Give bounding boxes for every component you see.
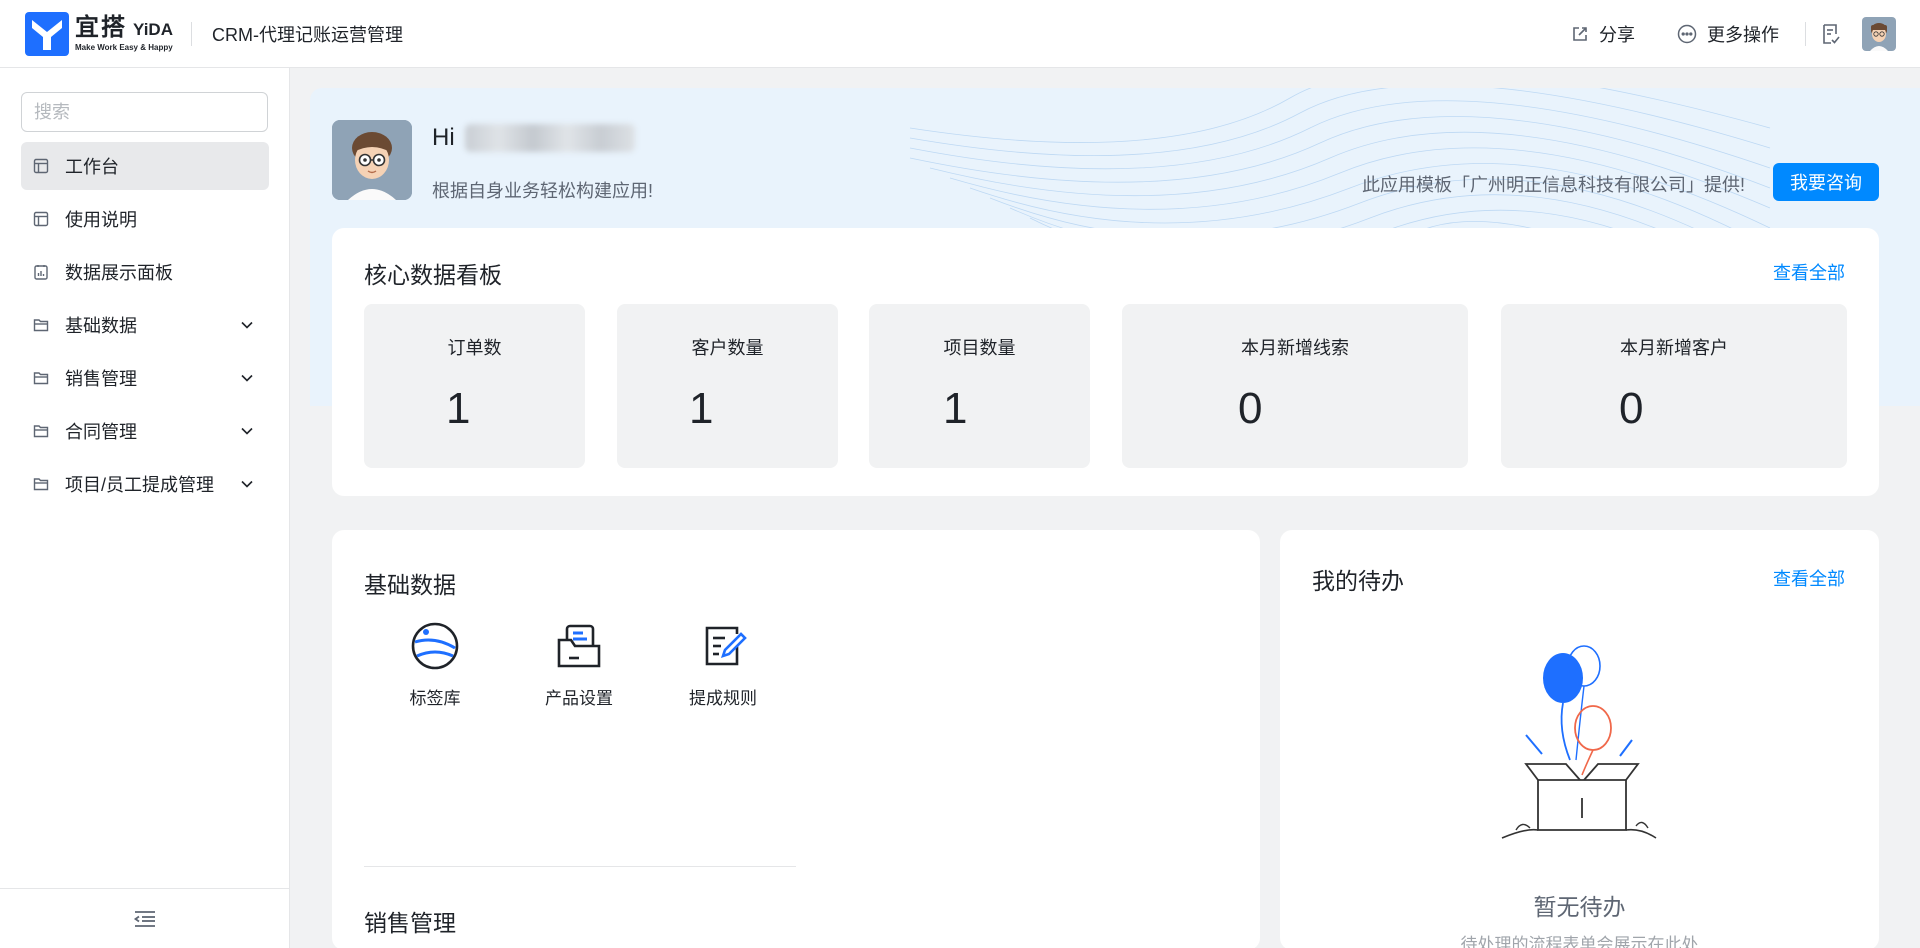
header-separator <box>1805 22 1806 46</box>
balloons-box-illustration <box>1501 645 1657 839</box>
brand-name-cn: 宜搭 <box>75 13 127 41</box>
template-note: 此应用模板「广州明正信息科技有限公司」提供! <box>1362 175 1745 195</box>
tool-label: 提成规则 <box>689 689 757 708</box>
empty-state-subtitle: 待处理的流程表单会展示在此处 <box>1460 935 1699 948</box>
commission-rules-icon <box>705 626 747 666</box>
kpi-label: 订单数 <box>447 338 502 358</box>
sidebar: 工作台 使用说明 数据展示面板 基础数据 销售管理 <box>0 68 290 948</box>
kpi-value: 0 <box>1619 384 1644 433</box>
sidebar-item-contracts[interactable]: 合同管理 <box>21 407 269 455</box>
sidebar-item-commission[interactable]: 项目/员工提成管理 <box>21 460 269 508</box>
base-data-title: 基础数据 <box>364 572 456 598</box>
sidebar-item-label: 销售管理 <box>65 369 137 389</box>
chevron-down-icon[interactable] <box>239 317 255 333</box>
kpi-label: 本月新增客户 <box>1620 338 1728 358</box>
base-data-tools: 标签库 产品设置 提成规则 <box>363 620 795 709</box>
yida-logo[interactable]: 宜搭 YiDA Make Work Easy & Happy <box>25 11 173 56</box>
hero-avatar-image <box>332 120 412 200</box>
sidebar-item-label: 使用说明 <box>65 210 137 230</box>
yida-logo-mark <box>25 11 69 56</box>
kpi-label: 本月新增线索 <box>1241 338 1349 358</box>
sidebar-item-label: 项目/员工提成管理 <box>65 475 215 495</box>
share-button[interactable]: 分享 <box>1571 21 1635 47</box>
hero-avatar <box>332 120 412 200</box>
chevron-down-icon[interactable] <box>239 423 255 439</box>
sidebar-item-label: 合同管理 <box>65 422 137 442</box>
more-actions-label: 更多操作 <box>1707 25 1779 45</box>
more-circle-icon <box>1677 24 1697 44</box>
header-divider <box>191 21 192 46</box>
kpi-orders[interactable]: 订单数 1 <box>364 304 585 468</box>
folder-icon <box>33 422 51 440</box>
greeting-subtitle: 根据自身业务轻松构建应用! <box>432 181 653 201</box>
tool-label: 标签库 <box>409 689 461 708</box>
page-icon <box>33 210 51 228</box>
kpi-customers[interactable]: 客户数量 1 <box>617 304 838 468</box>
brand-slogan: Make Work Easy & Happy <box>75 42 173 52</box>
kpi-new-customers[interactable]: 本月新增客户 0 <box>1501 304 1847 468</box>
kpi-label: 项目数量 <box>943 338 1016 358</box>
sales-management-title: 销售管理 <box>364 910 456 936</box>
sidebar-nav: 工作台 使用说明 数据展示面板 基础数据 销售管理 合同管理 项目/员工提成管理 <box>21 142 269 513</box>
more-actions-button[interactable]: 更多操作 <box>1677 21 1779 47</box>
sidebar-search[interactable] <box>21 92 268 132</box>
sidebar-item-base-data[interactable]: 基础数据 <box>21 301 269 349</box>
app-title[interactable]: CRM-代理记账运营管理 <box>212 21 403 47</box>
product-settings-icon <box>557 624 601 668</box>
sidebar-item-label: 数据展示面板 <box>65 263 173 283</box>
kpi-projects[interactable]: 项目数量 1 <box>869 304 1090 468</box>
sidebar-item-dashboard[interactable]: 数据展示面板 <box>21 248 269 296</box>
sidebar-item-sales[interactable]: 销售管理 <box>21 354 269 402</box>
share-icon <box>1573 27 1587 41</box>
kpi-new-leads[interactable]: 本月新增线索 0 <box>1122 304 1468 468</box>
kpi-board-title: 核心数据看板 <box>364 262 502 288</box>
top-bar: 宜搭 YiDA Make Work Easy & Happy CRM-代理记账运… <box>0 0 1920 68</box>
dashboard-icon <box>33 263 51 281</box>
user-avatar-image <box>1862 17 1896 51</box>
kpi-value: 0 <box>1238 384 1263 433</box>
kpi-value: 1 <box>689 384 714 433</box>
chevron-down-icon[interactable] <box>239 370 255 386</box>
base-data-card <box>332 530 1260 948</box>
sidebar-item-label: 基础数据 <box>65 316 137 336</box>
share-label: 分享 <box>1599 25 1635 45</box>
kpi-view-all-link[interactable]: 查看全部 <box>1773 259 1845 285</box>
chevron-down-icon[interactable] <box>239 476 255 492</box>
folder-icon <box>33 369 51 387</box>
todo-view-all-link[interactable]: 查看全部 <box>1773 565 1845 591</box>
tool-product-settings[interactable]: 产品设置 <box>507 620 651 709</box>
greeting-prefix: Hi <box>432 124 455 151</box>
user-avatar[interactable] <box>1862 17 1896 51</box>
greeting: Hi <box>432 124 635 152</box>
section-divider <box>364 866 796 867</box>
consult-button[interactable]: 我要咨询 <box>1773 163 1879 201</box>
brand-name-en: YiDA <box>133 19 173 39</box>
blurred-user-name <box>464 124 635 152</box>
sidebar-item-label: 工作台 <box>65 157 119 177</box>
folder-icon <box>33 475 51 493</box>
empty-state-title: 暂无待办 <box>1533 894 1626 920</box>
kpi-value: 1 <box>943 384 968 433</box>
todo-title: 我的待办 <box>1312 568 1404 594</box>
kpi-value: 1 <box>446 384 471 433</box>
page-icon <box>33 157 51 175</box>
tool-label: 产品设置 <box>545 689 613 708</box>
tool-commission-rules[interactable]: 提成规则 <box>651 620 795 709</box>
sidebar-collapse-bar <box>0 888 290 948</box>
sidebar-item-workbench[interactable]: 工作台 <box>21 142 269 190</box>
tag-library-icon <box>411 622 459 670</box>
kpi-label: 客户数量 <box>691 338 764 358</box>
folder-icon <box>33 316 51 334</box>
search-input[interactable] <box>34 101 266 123</box>
collapse-sidebar-icon[interactable] <box>133 909 157 929</box>
sidebar-item-instructions[interactable]: 使用说明 <box>21 195 269 243</box>
task-list-icon[interactable] <box>1820 23 1842 45</box>
tool-tag-library[interactable]: 标签库 <box>363 620 507 709</box>
